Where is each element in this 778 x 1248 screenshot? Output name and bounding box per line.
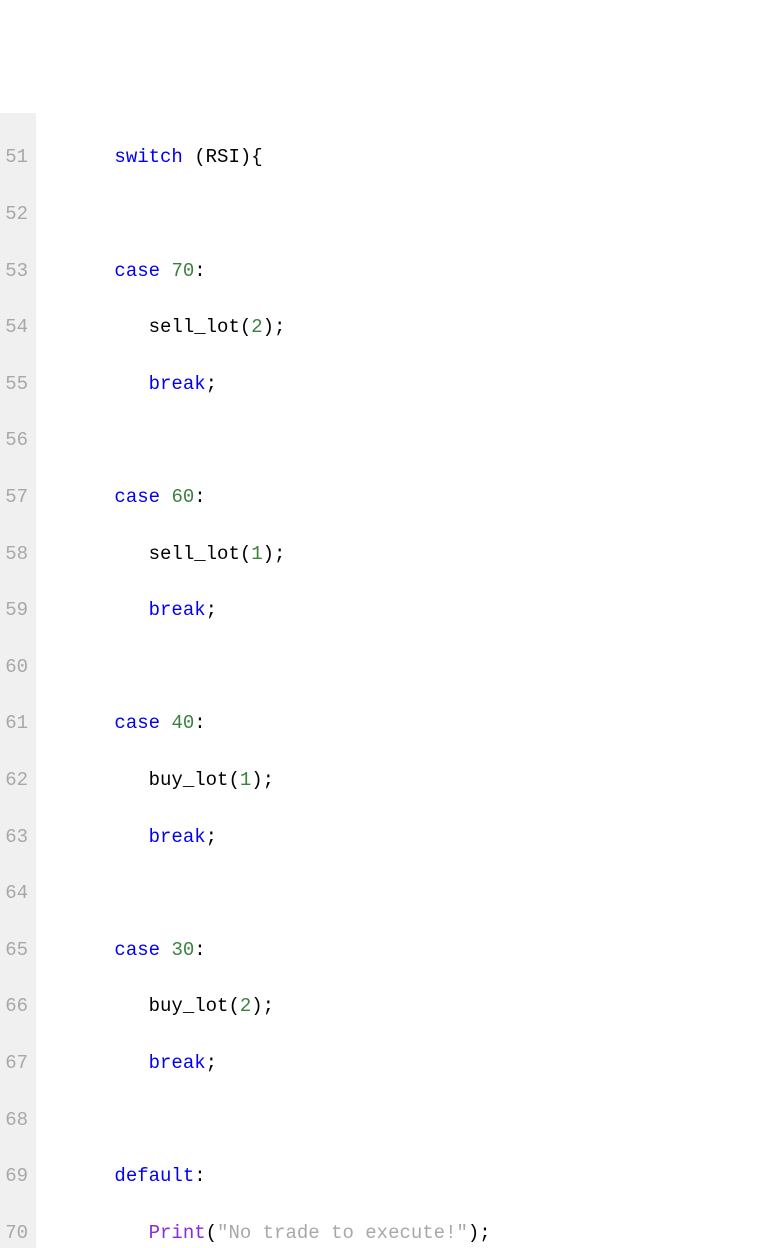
line-number: 60 xyxy=(4,653,28,681)
code-line: break; xyxy=(46,370,491,398)
number-literal: 1 xyxy=(251,543,262,565)
number-literal: 30 xyxy=(171,939,194,961)
keyword-case: case xyxy=(114,939,160,961)
line-number: 57 xyxy=(4,483,28,511)
code-line: default: xyxy=(46,1162,491,1190)
string-literal: "No trade to execute!" xyxy=(217,1222,468,1244)
code-line xyxy=(46,426,491,454)
line-number: 68 xyxy=(4,1106,28,1134)
number-literal: 40 xyxy=(171,712,194,734)
line-number: 56 xyxy=(4,426,28,454)
code-editor: 51 52 53 54 55 56 57 58 59 60 61 62 63 6… xyxy=(0,113,778,1248)
code-line: buy_lot(1); xyxy=(46,766,491,794)
keyword-case: case xyxy=(114,712,160,734)
line-number: 51 xyxy=(4,143,28,171)
code-line: break; xyxy=(46,1049,491,1077)
line-number: 67 xyxy=(4,1049,28,1077)
code-line xyxy=(46,653,491,681)
identifier-buy-lot: buy_lot xyxy=(149,769,229,791)
keyword-case: case xyxy=(114,260,160,282)
line-number: 63 xyxy=(4,823,28,851)
number-literal: 70 xyxy=(171,260,194,282)
keyword-break: break xyxy=(149,826,206,848)
code-line: case 70: xyxy=(46,257,491,285)
keyword-break: break xyxy=(149,373,206,395)
code-line: break; xyxy=(46,823,491,851)
number-literal: 60 xyxy=(171,486,194,508)
code-line: case 30: xyxy=(46,936,491,964)
code-line xyxy=(46,1106,491,1134)
code-line xyxy=(46,879,491,907)
identifier-sell-lot: sell_lot xyxy=(149,316,240,338)
number-literal: 2 xyxy=(251,316,262,338)
keyword-case: case xyxy=(114,486,160,508)
code-line: Print("No trade to execute!"); xyxy=(46,1219,491,1247)
code-line: switch (RSI){ xyxy=(46,143,491,171)
code-line: case 60: xyxy=(46,483,491,511)
identifier-print: Print xyxy=(149,1222,206,1244)
line-number: 62 xyxy=(4,766,28,794)
identifier-rsi: RSI xyxy=(206,146,240,168)
keyword-default: default xyxy=(114,1165,194,1187)
line-number: 53 xyxy=(4,257,28,285)
code-line: sell_lot(2); xyxy=(46,313,491,341)
line-number: 58 xyxy=(4,540,28,568)
code-area[interactable]: switch (RSI){ case 70: sell_lot(2); brea… xyxy=(36,113,491,1248)
line-number-gutter: 51 52 53 54 55 56 57 58 59 60 61 62 63 6… xyxy=(0,113,36,1248)
keyword-switch: switch xyxy=(114,146,182,168)
line-number: 54 xyxy=(4,313,28,341)
code-line: case 40: xyxy=(46,709,491,737)
identifier-buy-lot: buy_lot xyxy=(149,995,229,1017)
line-number: 70 xyxy=(4,1219,28,1247)
keyword-break: break xyxy=(149,1052,206,1074)
line-number: 69 xyxy=(4,1162,28,1190)
line-number: 65 xyxy=(4,936,28,964)
line-number: 59 xyxy=(4,596,28,624)
line-number: 64 xyxy=(4,879,28,907)
line-number: 61 xyxy=(4,709,28,737)
number-literal: 2 xyxy=(240,995,251,1017)
identifier-sell-lot: sell_lot xyxy=(149,543,240,565)
code-line: break; xyxy=(46,596,491,624)
code-line: buy_lot(2); xyxy=(46,992,491,1020)
line-number: 66 xyxy=(4,992,28,1020)
code-line: sell_lot(1); xyxy=(46,540,491,568)
line-number: 52 xyxy=(4,200,28,228)
code-line xyxy=(46,200,491,228)
number-literal: 1 xyxy=(240,769,251,791)
line-number: 55 xyxy=(4,370,28,398)
keyword-break: break xyxy=(149,599,206,621)
